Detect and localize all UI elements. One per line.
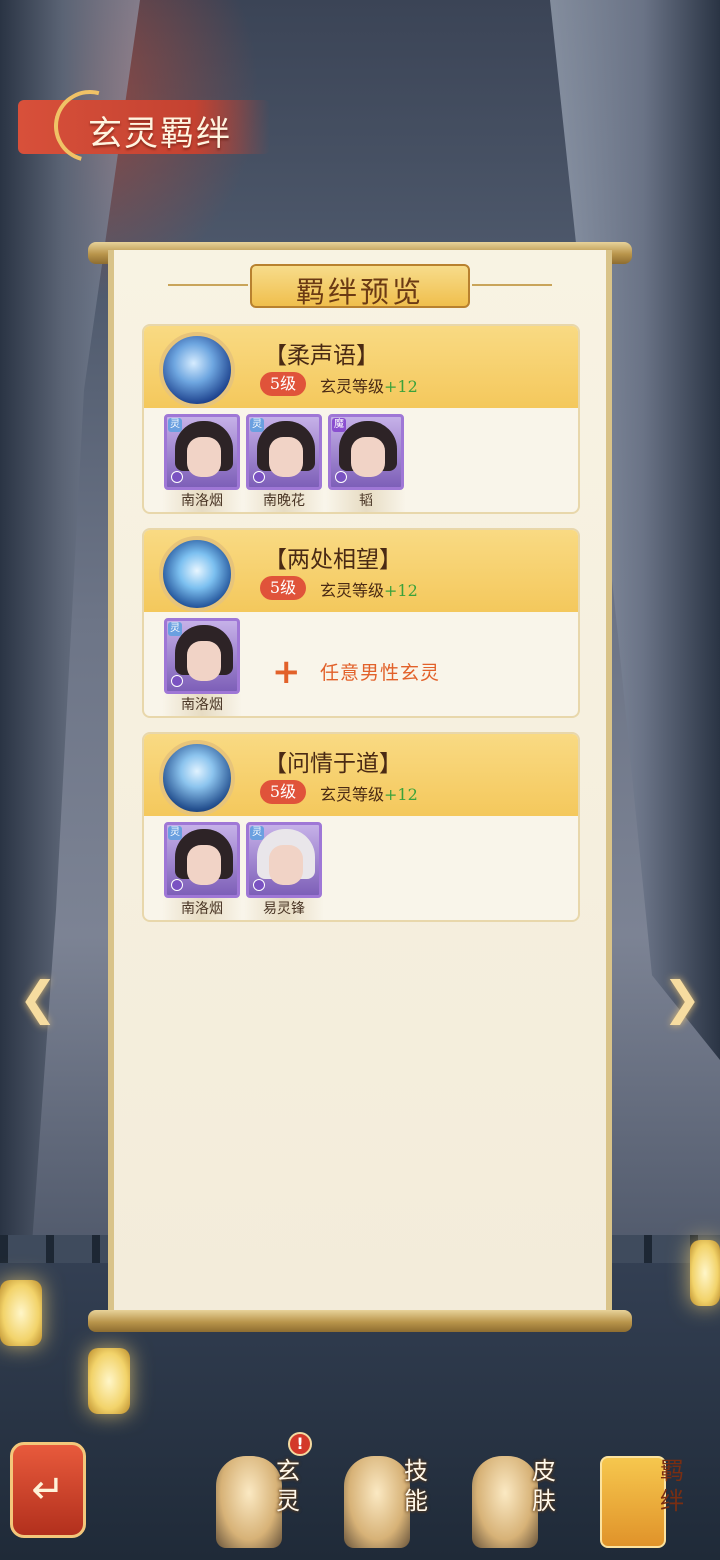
spirit-name: 南晚花 — [244, 490, 324, 512]
bond-level-badge: 5级 — [260, 372, 306, 396]
blue-moon-icon — [159, 332, 235, 408]
tab-label: 皮肤 — [532, 1457, 556, 1515]
spirit-name: 南洛烟 — [162, 898, 242, 920]
any-spirit-slot[interactable]: 任意男性玄灵 — [320, 658, 440, 685]
portrait: 灵 — [246, 822, 322, 898]
bond-name: 【两处相望】 — [264, 547, 402, 573]
chevron-right-icon[interactable]: ❯ — [656, 970, 708, 1026]
blue-lotus-icon — [159, 536, 235, 612]
attribute-label: 玄灵等级 — [320, 785, 385, 804]
spirit-card[interactable]: 灵 南洛烟 — [162, 618, 242, 716]
rarity-dot-icon — [253, 879, 265, 891]
rarity-dot-icon — [171, 471, 183, 483]
bond-level-badge: 5级 — [260, 576, 306, 600]
tab-spirit[interactable]: 玄灵 ! — [216, 1432, 316, 1552]
attribute-bonus: +12 — [384, 581, 418, 600]
panel-title: 羁绊预览 — [295, 275, 424, 309]
portrait: 灵 — [164, 414, 240, 490]
divider — [472, 284, 552, 286]
portrait-face — [187, 845, 221, 885]
spirit-name: 易灵锋 — [244, 898, 324, 920]
bond-level-badge: 5级 — [260, 780, 306, 804]
bond-name: 【问情于道】 — [264, 751, 402, 777]
back-arrow-icon: ↵ — [31, 1467, 65, 1513]
tab-label: 技能 — [404, 1457, 428, 1515]
portrait-face — [351, 437, 385, 477]
bond-card[interactable]: 【问情于道】 5级 玄灵等级+12 灵 南洛烟 灵 易灵锋 — [142, 732, 580, 922]
tab-label: 羁绊 — [660, 1457, 684, 1515]
spirit-card[interactable]: 灵 南洛烟 — [162, 414, 242, 512]
portrait: 灵 — [164, 618, 240, 694]
bottom-tab-bar: ↵ 玄灵 ! 技能 皮肤 羁绊 — [0, 1420, 720, 1560]
scroll-bottom-rod — [88, 1310, 632, 1332]
portrait-face — [269, 437, 303, 477]
element-badge: 灵 — [168, 418, 182, 432]
bond-attribute: 玄灵等级+12 — [320, 373, 418, 397]
element-badge: 灵 — [168, 826, 182, 840]
page-title: 玄灵羁绊 — [88, 114, 232, 154]
element-badge: 灵 — [168, 622, 182, 636]
element-badge: 灵 — [250, 826, 264, 840]
attribute-label: 玄灵等级 — [320, 581, 385, 600]
rarity-dot-icon — [335, 471, 347, 483]
portrait: 灵 — [164, 822, 240, 898]
lantern-decoration — [690, 1240, 720, 1306]
rarity-dot-icon — [253, 471, 265, 483]
blue-crystal-icon — [159, 740, 235, 816]
tab-bond[interactable]: 羁绊 — [600, 1436, 700, 1552]
tab-label: 玄灵 — [276, 1457, 300, 1515]
bond-name: 【柔声语】 — [264, 343, 379, 369]
attribute-label: 玄灵等级 — [320, 377, 385, 396]
portrait-face — [269, 845, 303, 885]
portrait-face — [187, 437, 221, 477]
skills-tab-icon — [344, 1456, 410, 1548]
rarity-dot-icon — [171, 879, 183, 891]
attribute-bonus: +12 — [384, 377, 418, 396]
bond-attribute: 玄灵等级+12 — [320, 781, 418, 805]
chevron-left-icon[interactable]: ❮ — [12, 970, 64, 1026]
plus-icon: + — [272, 652, 301, 692]
skins-tab-icon — [472, 1456, 538, 1548]
spirit-card[interactable]: 灵 南洛烟 — [162, 822, 242, 920]
lantern-decoration — [88, 1348, 130, 1414]
rarity-dot-icon — [171, 675, 183, 687]
bond-attribute: 玄灵等级+12 — [320, 577, 418, 601]
bond-tab-icon — [600, 1456, 666, 1548]
element-badge: 灵 — [250, 418, 264, 432]
divider — [168, 284, 248, 286]
spirit-name: 韬 — [326, 490, 406, 512]
portrait-face — [187, 641, 221, 681]
tab-skills[interactable]: 技能 — [344, 1436, 444, 1552]
spirit-tab-icon — [216, 1456, 282, 1548]
portrait: 灵 — [246, 414, 322, 490]
lantern-decoration — [0, 1280, 42, 1346]
bond-card[interactable]: 【柔声语】 5级 玄灵等级+12 灵 南洛烟 灵 南晚花 魔 韬 — [142, 324, 580, 514]
spirit-card[interactable]: 魔 韬 — [326, 414, 406, 512]
panel-header: 羁绊预览 — [250, 264, 470, 309]
spirit-card[interactable]: 灵 易灵锋 — [244, 822, 324, 920]
attribute-bonus: +12 — [384, 785, 418, 804]
spirit-name: 南洛烟 — [162, 490, 242, 512]
bond-card[interactable]: 【两处相望】 5级 玄灵等级+12 灵 南洛烟 + 任意男性玄灵 — [142, 528, 580, 718]
tab-skins[interactable]: 皮肤 — [472, 1436, 572, 1552]
element-badge: 魔 — [332, 418, 346, 432]
alert-badge: ! — [288, 1432, 312, 1456]
spirit-name: 南洛烟 — [162, 694, 242, 716]
spirit-card[interactable]: 灵 南晚花 — [244, 414, 324, 512]
portrait: 魔 — [328, 414, 404, 490]
back-button[interactable]: ↵ — [10, 1442, 86, 1538]
